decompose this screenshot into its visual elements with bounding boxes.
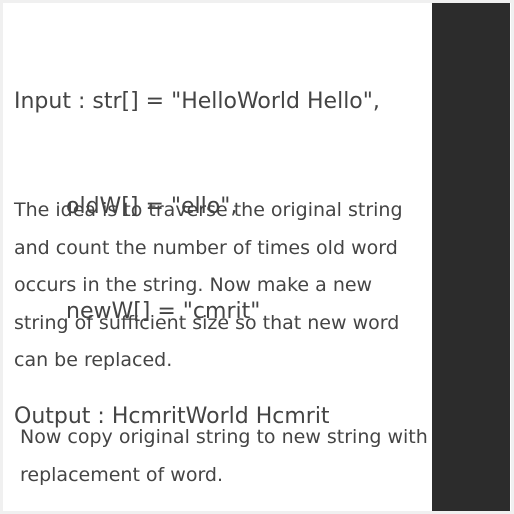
- explanation-paragraph-1: The idea is to traverse the original str…: [14, 199, 403, 371]
- side-panel: [432, 3, 510, 511]
- explanation-paragraph-2: Now copy original string to new string w…: [20, 426, 428, 486]
- input-line: Input : str[] = "HelloWorld Hello",: [14, 89, 380, 114]
